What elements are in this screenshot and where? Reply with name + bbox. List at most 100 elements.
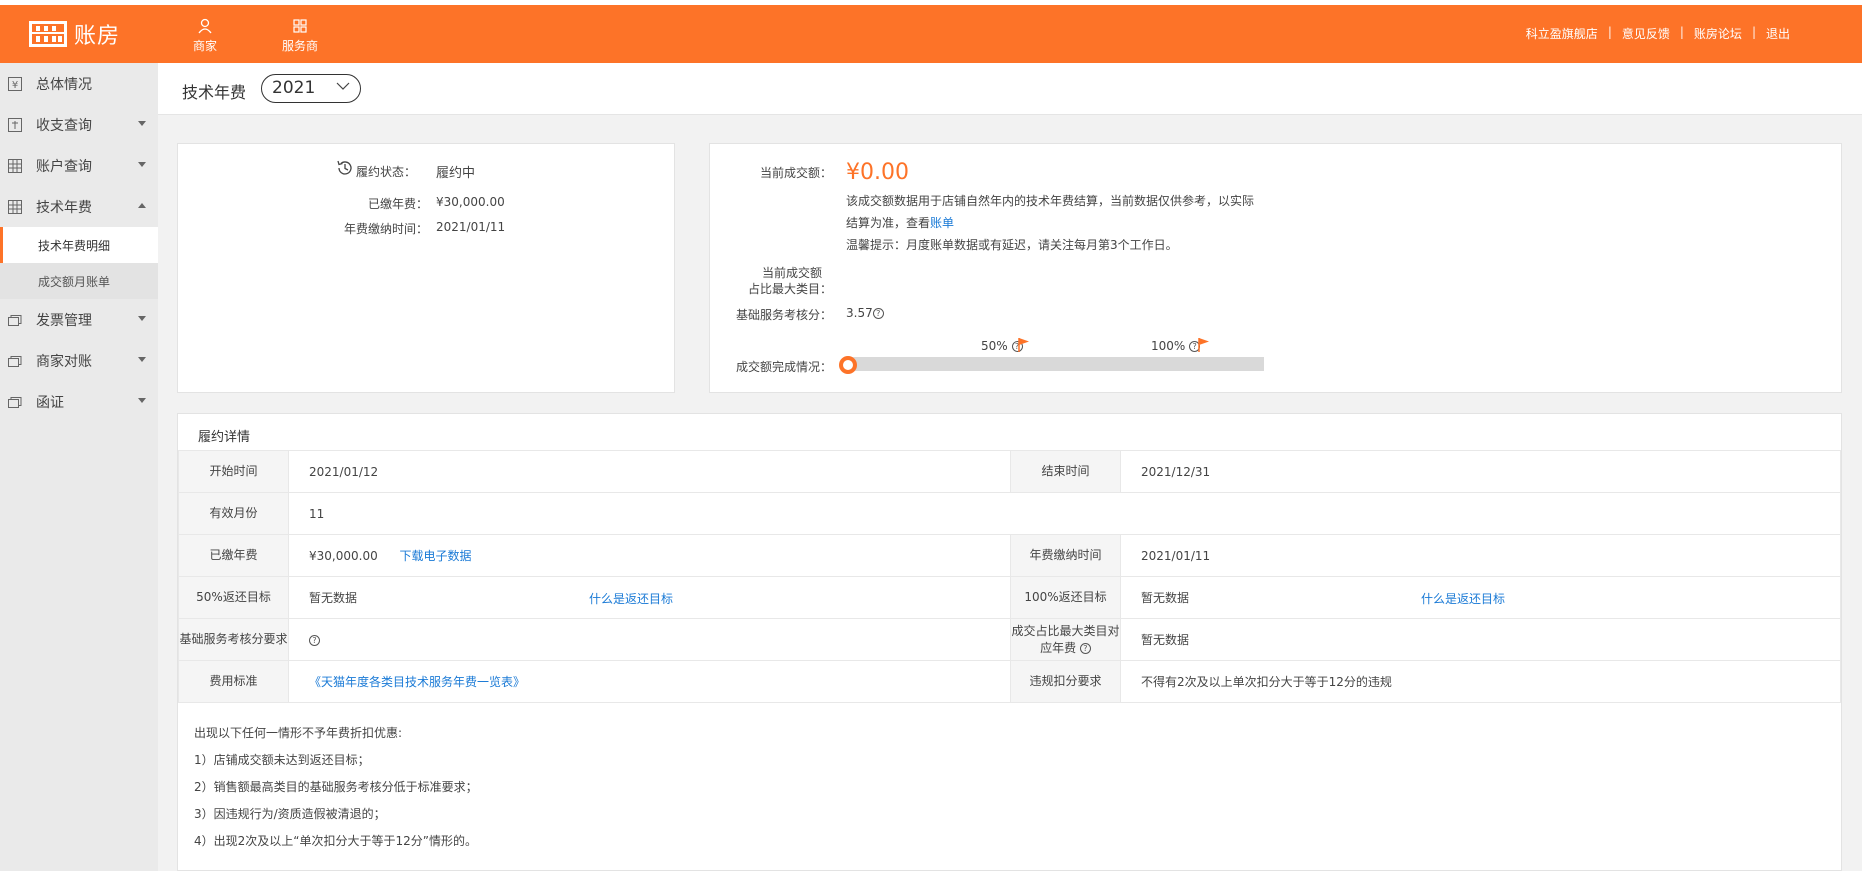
chevron-down-icon [138,121,146,126]
help-icon[interactable]: ? [1079,642,1091,654]
paid-cell: ¥30,000.00 下载电子数据 [288,534,1011,577]
score-value: 3.57 [846,306,873,320]
rule-item: 2）销售额最高类目的基础服务考核分低于标准要求； [194,780,478,794]
paid-value: ¥30,000.00 [309,549,378,563]
sidebar-item-label: 函证 [36,394,64,411]
violation-value: 不得有2次及以上单次扣分大于等于12分的违规 [1141,674,1392,689]
user-icon [198,18,212,34]
amount-note-2: 结算为准，查看账单 [846,214,954,231]
paid-fee-label: 已缴年费： [367,197,428,211]
logo[interactable]: 账房 [28,18,120,50]
logout-link[interactable]: 退出 [1756,25,1800,42]
paid-time-value: 2021/01/11 [436,220,506,234]
title-bar: 技术年费 2021 [158,63,1862,115]
category-fee-label: 成交占比最大类目对应年费 ? [1010,618,1121,661]
rule-item: 1）店铺成交额未达到返还目标； [194,753,370,767]
score-label: 基础服务考核分： [735,308,832,322]
sidebar-item-label: 技术年费 [36,199,92,216]
stack-icon [8,396,22,408]
status-card: 履约状态： 履约中 已缴年费： ¥30,000.00 年费缴纳时间： 2021/… [177,143,675,393]
return-target-help-link[interactable]: 什么是返还目标 [1421,590,1505,607]
sidebar-item-invoice[interactable]: 发票管理 [0,299,158,340]
sidebar-item-account[interactable]: 账户查询 [0,145,158,186]
ratio-label-line1: 当前成交额 [761,266,822,280]
table-row: 开始时间 2021/01/12 结束时间 2021/12/31 [178,450,1841,493]
fee-std-link[interactable]: 《天猫年度各类目技术服务年费一览表》 [309,675,525,689]
chevron-down-icon [138,357,146,362]
fee-std-cell: 《天猫年度各类目技术服务年费一览表》 [288,660,1011,703]
grid-icon [8,199,22,214]
flag-icon [1018,338,1029,352]
sales-card: 当前成交额： ¥0.00 该成交额数据用于店铺自然年内的技术年费结算，当前数据仅… [709,143,1842,393]
progress-track [846,357,1264,371]
fee-std-label: 费用标准 [178,660,289,703]
page-title: 技术年费 [182,83,247,102]
sidebar-subitem-monthly-bill[interactable]: 成交额月账单 [0,263,158,299]
sidebar-item-tech-fee[interactable]: 技术年费 [0,186,158,227]
target50-label: 50%返还目标 [178,576,289,619]
table-row: 基础服务考核分要求 ? 成交占比最大类目对应年费 ? 暂无数据 [178,618,1841,661]
yen-icon: ¥ [8,76,22,91]
apps-icon [293,19,307,33]
nav-provider[interactable]: 服务商 [270,17,330,54]
nav-provider-label: 服务商 [281,39,318,53]
score-req-label: 基础服务考核分要求 [178,618,289,661]
nav-merchant[interactable]: 商家 [175,17,235,54]
year-select[interactable]: 2021 [261,74,361,103]
top-bar: 账房 商家 服务商 科立盈旗舰店 | 意见反馈 | 账房论坛 | 退出 [0,5,1862,63]
rule-heading: 出现以下任何一情形不予年费折扣优惠: [194,726,403,740]
marker-50-text: 50% [981,339,1008,353]
help-icon[interactable]: ? [309,634,320,646]
rule-item: 3）因违规行为/资质造假被清退的； [194,807,386,821]
category-fee-value: 暂无数据 [1120,618,1841,661]
bill-link[interactable]: 账单 [930,216,954,230]
sidebar-item-label: 发票管理 [36,312,92,329]
table-row: 有效月份 11 [178,492,1841,535]
separator: | [1607,25,1612,39]
grid-icon [8,158,22,173]
feedback-link[interactable]: 意见反馈 [1612,25,1680,42]
target100-cell: 暂无数据 什么是返还目标 [1120,576,1841,619]
start-value: 2021/01/12 [288,450,1011,493]
detail-title: 履约详情 [198,430,251,445]
separator: | [1751,25,1756,39]
marker-100-label: 100% ? [1151,339,1201,353]
table-row: 50%返还目标 暂无数据 什么是返还目标 100%返还目标 暂无数据 什么是返还… [178,576,1841,619]
marker-50-label: 50% ? [981,339,1023,353]
sidebar-item-income-expense[interactable]: 收支查询 [0,104,158,145]
separator: | [1679,25,1684,39]
target50-cell: 暂无数据 什么是返还目标 [288,576,1011,619]
return-target-help-link[interactable]: 什么是返还目标 [589,590,673,607]
flag-icon [1198,338,1209,352]
status-value: 履约中 [436,166,476,181]
target100-value: 暂无数据 [1141,591,1190,605]
amount-note-2-text: 结算为准，查看 [846,216,931,230]
chevron-up-icon [138,203,146,208]
violation-cell: 不得有2次及以上单次扣分大于等于12分的违规 [1120,660,1841,703]
sidebar-item-label: 账户查询 [36,158,92,175]
chevron-down-icon [138,162,146,167]
sidebar: ¥ 总体情况 收支查询 账户查询 技术年费 技术年费明细 成交额月账单 发票管理… [0,63,158,871]
amount-value: ¥0.00 [846,160,909,185]
sidebar-item-confirmation[interactable]: 函证 [0,381,158,422]
paid-time-value: 2021/01/11 [1120,534,1841,577]
category-fee-label-text: 成交占比最大类目对应年费 [1011,623,1120,655]
stack-icon [8,314,22,326]
score-value-group: 3.57? [846,306,884,320]
help-icon[interactable]: ? [872,308,884,319]
sidebar-item-reconciliation[interactable]: 商家对账 [0,340,158,381]
sidebar-item-overview[interactable]: ¥ 总体情况 [0,63,158,104]
download-link[interactable]: 下载电子数据 [400,549,472,563]
target50-value: 暂无数据 [309,591,358,605]
ledger-icon [8,117,22,132]
paid-time-label: 年费缴纳时间 [1010,534,1121,577]
sidebar-subitem-tech-fee-detail[interactable]: 技术年费明细 [0,227,158,263]
stack-icon [8,355,22,367]
end-label: 结束时间 [1010,450,1121,493]
shop-name-link[interactable]: 科立盈旗舰店 [1516,25,1608,42]
amount-label: 当前成交额： [759,166,832,180]
forum-link[interactable]: 账房论坛 [1684,25,1752,42]
months-label: 有效月份 [178,492,289,535]
status-label: 履约状态： [356,165,417,179]
score-req-cell: ? [288,618,1011,661]
